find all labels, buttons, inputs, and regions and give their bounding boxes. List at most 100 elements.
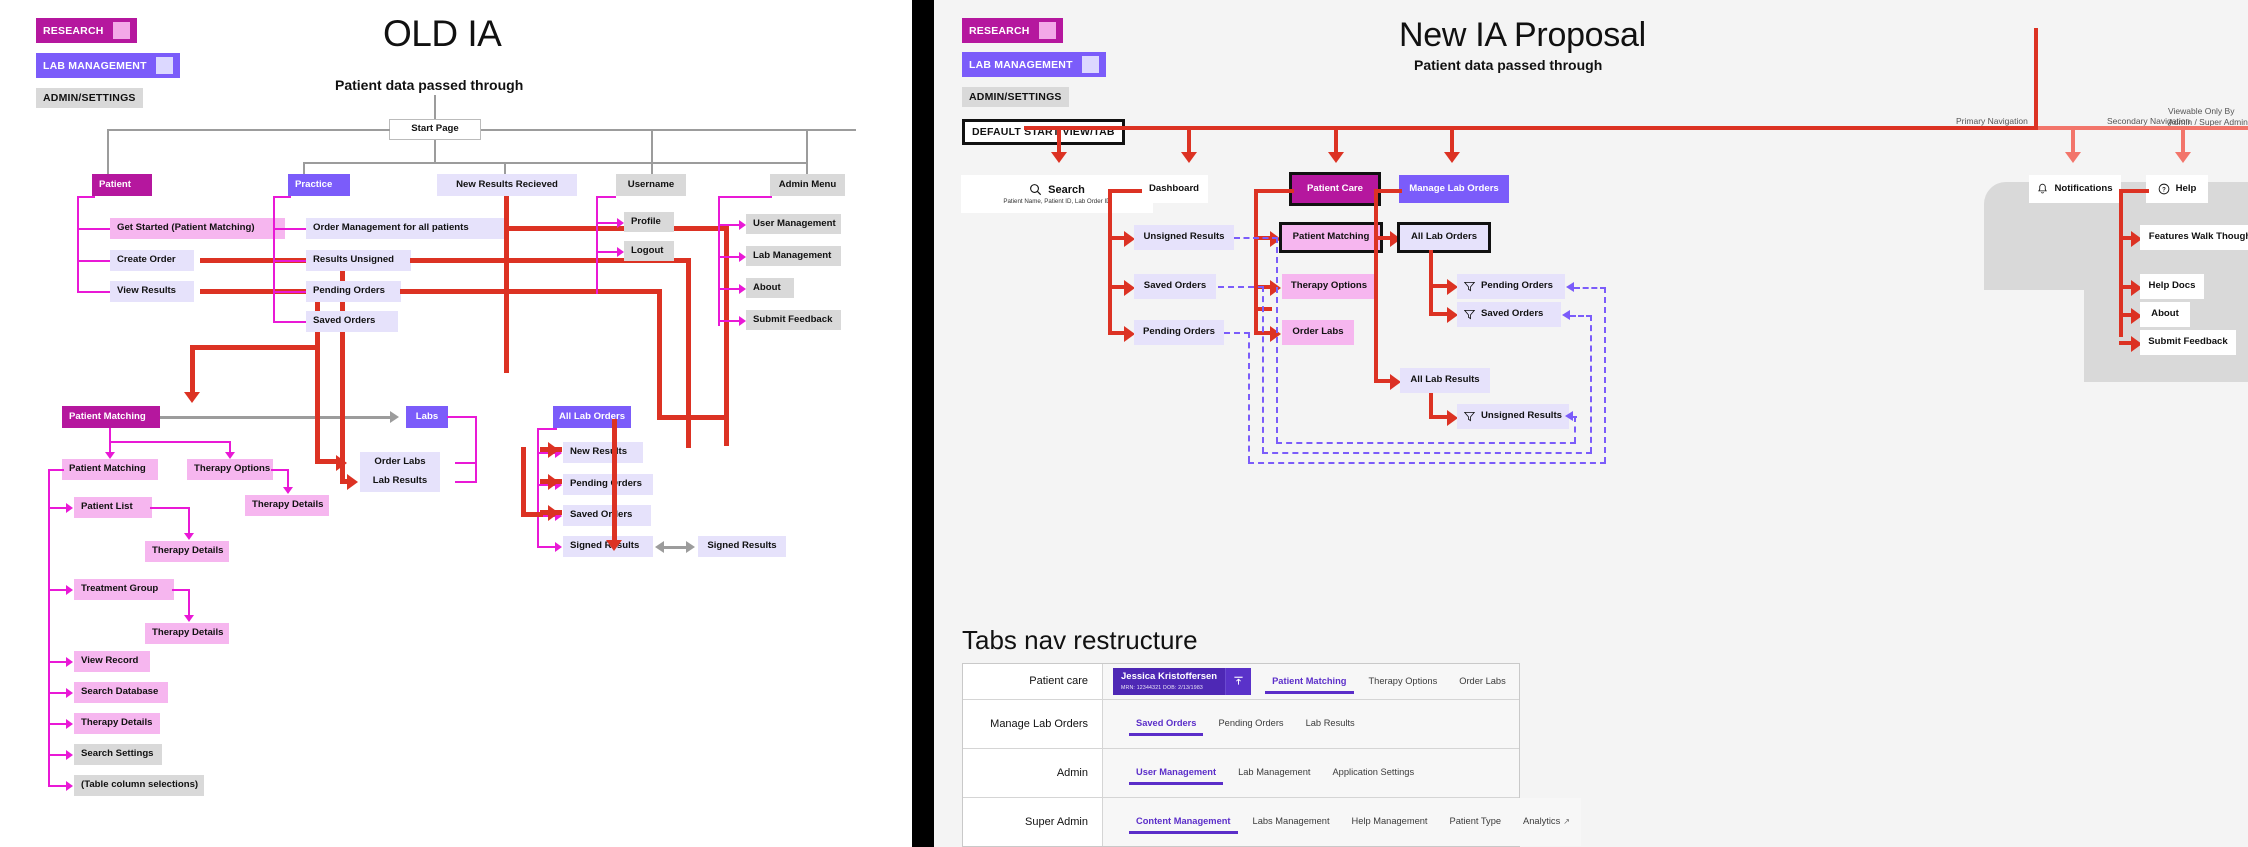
tab-application-settings[interactable]: Application Settings [1321,760,1425,785]
tab-lab-results[interactable]: Lab Results [1295,711,1366,736]
node-order-labs-old[interactable]: Order Labs [360,452,440,473]
dash-pending-b [1248,332,1250,462]
node-help-docs[interactable]: Help Docs [2140,274,2204,299]
arrow-order-labs-old [336,455,347,471]
node-patient-matching-tier2[interactable]: Patient Matching [62,459,158,480]
node-search[interactable]: Search Patient Name, Patient ID, Lab Ord… [961,175,1153,213]
tab-lab-management[interactable]: Lab Management [1227,760,1321,785]
node-get-started[interactable]: Get Started (Patient Matching) [110,218,285,239]
node-table-column-selections[interactable]: (Table column selections) [74,775,204,796]
tab-user-management[interactable]: User Management [1125,760,1227,786]
node-saved-orders-old[interactable]: Saved Orders [306,311,398,332]
node-therapy-details-b[interactable]: Therapy Details [145,541,229,562]
node-manage-lab-orders[interactable]: Manage Lab Orders [1399,175,1509,203]
node-results-unsigned[interactable]: Results Unsigned [306,250,411,271]
node-unsigned-results-dash[interactable]: Unsigned Results [1134,225,1234,250]
node-new-results-old[interactable]: New Results [563,442,643,463]
tab-therapy-options[interactable]: Therapy Options [1358,669,1449,694]
node-about-old[interactable]: About [746,278,794,298]
pc-elbow-v [1254,189,1258,309]
node-therapy-options-new[interactable]: Therapy Options [1282,274,1376,299]
node-signed-results-alt[interactable]: Signed Results [698,536,786,557]
arrow-manage-lab-orders [1444,152,1460,163]
arrow-bidir-right [686,541,695,553]
node-search-settings[interactable]: Search Settings [74,744,162,765]
node-patient-care[interactable]: Patient Care [1289,172,1381,206]
node-view-record[interactable]: View Record [74,651,150,672]
node-logout-old[interactable]: Logout [624,241,674,261]
patient-chip-collapse-button[interactable] [1225,668,1252,695]
node-treatment-group[interactable]: Treatment Group [74,579,174,600]
mlo-elbow-h [1374,189,1402,193]
node-pending-orders-old[interactable]: Pending Orders [306,281,401,302]
node-about-new[interactable]: About [2140,302,2190,327]
node-patient-list[interactable]: Patient List [74,497,152,518]
node-all-lab-results[interactable]: All Lab Results [1400,368,1490,393]
node-new-results-recieved[interactable]: New Results Recieved [437,174,577,196]
node-search-database[interactable]: Search Database [74,682,168,703]
arrow-treatment-group [66,585,73,595]
node-therapy-details-d[interactable]: Therapy Details [74,713,160,734]
arrow-therapy-details-d [66,719,73,729]
node-unsigned-results-new[interactable]: Unsigned Results [1457,404,1569,429]
red-to-signed [612,419,617,543]
node-notifications[interactable]: Notifications [2029,175,2121,203]
node-unsigned-results-new-label: Unsigned Results [1480,410,1562,422]
node-search-database-label: Search Database [81,686,159,698]
node-practice[interactable]: Practice [288,174,350,196]
node-help[interactable]: ? Help [2146,175,2208,203]
red-om-down [724,226,729,441]
node-therapy-details-a[interactable]: Therapy Details [245,495,329,516]
node-pending-orders-new[interactable]: Pending Orders [1457,274,1565,299]
red-po-out [400,289,660,294]
tab-labs-management[interactable]: Labs Management [1242,809,1341,834]
node-all-lab-orders-new-label: All Lab Orders [1410,231,1478,243]
node-results-unsigned-label: Results Unsigned [313,254,395,266]
node-saved-orders-dash[interactable]: Saved Orders [1134,274,1216,299]
node-profile-old[interactable]: Profile [624,212,674,232]
node-lab-results-old[interactable]: Lab Results [360,471,440,492]
node-user-management-old[interactable]: User Management [746,214,841,234]
node-submit-feedback-new[interactable]: Submit Feedback [2140,330,2236,355]
old-legend-admin: ADMIN/SETTINGS [36,88,143,108]
node-saved-orders-new[interactable]: Saved Orders [1457,302,1561,327]
node-lab-management-old[interactable]: Lab Management [746,246,841,266]
tab-patient-matching[interactable]: Patient Matching [1261,669,1357,694]
node-order-management[interactable]: Order Management for all patients [306,218,506,239]
node-all-lab-orders-old[interactable]: All Lab Orders [553,406,631,428]
arrow-submit-feedback-old [739,316,746,326]
tab-help-management[interactable]: Help Management [1341,809,1439,834]
node-create-order[interactable]: Create Order [110,250,194,271]
node-features-walk-though-label: Features Walk Though [2148,231,2248,243]
tab-order-labs[interactable]: Order Labs [1448,669,1517,694]
node-pending-orders-dash[interactable]: Pending Orders [1134,320,1224,345]
node-admin-menu-old[interactable]: Admin Menu [770,174,845,196]
node-pending-orders-alo[interactable]: Pending Orders [563,474,653,495]
node-therapy-options-old[interactable]: Therapy Options [187,459,273,480]
node-all-lab-orders-new[interactable]: All Lab Orders [1397,222,1491,253]
tab-patient-type[interactable]: Patient Type [1439,809,1513,834]
node-submit-feedback-old[interactable]: Submit Feedback [746,310,841,330]
legend2-chip-default-start: DEFAULT START VIEW/TAB [962,119,1125,145]
node-order-labs-new[interactable]: Order Labs [1282,320,1354,345]
tab-content-management[interactable]: Content Management [1125,809,1242,835]
tab-analytics[interactable]: Analytics ↗ [1512,809,1581,834]
node-labs[interactable]: Labs [406,406,448,428]
legend2-admin-label: ADMIN/SETTINGS [969,91,1062,103]
node-patient[interactable]: Patient [92,174,152,196]
patient-chip[interactable]: Jessica Kristoffersen MRN: 12344321 DOB:… [1113,668,1252,695]
node-username[interactable]: Username [616,174,686,196]
node-start-page[interactable]: Start Page [389,119,481,140]
tab-pending-orders[interactable]: Pending Orders [1207,711,1294,736]
tab-saved-orders[interactable]: Saved Orders [1125,711,1207,737]
tab-strip-super-admin: Content Management Labs Management Help … [1125,809,1581,835]
node-dashboard[interactable]: Dashboard [1140,175,1208,203]
node-view-results[interactable]: View Results [110,281,194,302]
node-therapy-details-c[interactable]: Therapy Details [145,623,229,644]
node-features-walk-though[interactable]: Features Walk Though [2140,225,2248,250]
node-patient-matching-new[interactable]: Patient Matching [1279,222,1383,253]
username-spine [596,196,598,294]
node-saved-orders-alo[interactable]: Saved Orders [563,505,651,526]
node-patient-matching-root[interactable]: Patient Matching [62,406,160,428]
node-therapy-details-b-label: Therapy Details [152,545,224,557]
